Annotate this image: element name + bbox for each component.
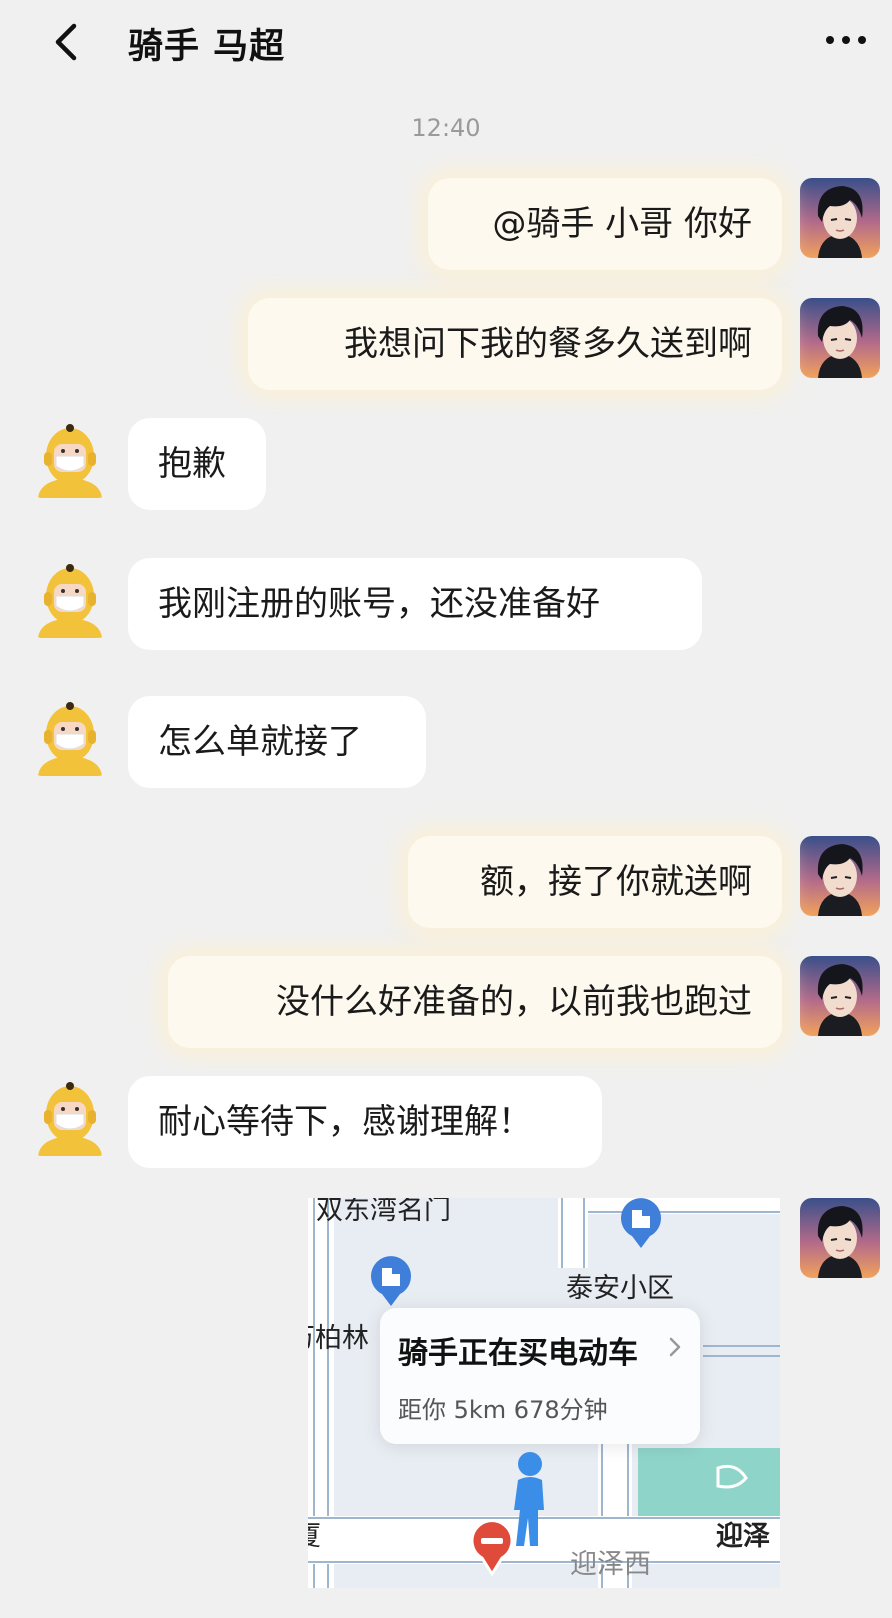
chat-header: 骑手 马超 <box>0 0 892 90</box>
map-place-label: 万柏林 <box>308 1323 369 1354</box>
map-place-label: 迎泽西 <box>570 1549 651 1580</box>
map-place-label: 双东湾名门 <box>316 1198 451 1226</box>
rider-avatar[interactable] <box>30 558 110 638</box>
message-bubble-rider[interactable]: 耐心等待下，感谢理解！ <box>128 1076 602 1168</box>
rider-avatar[interactable] <box>30 1076 110 1156</box>
map-place-label: 泰安小区 <box>566 1273 674 1304</box>
my-avatar[interactable] <box>800 836 880 916</box>
building-poi-icon <box>621 1198 661 1248</box>
building-poi-icon <box>371 1256 411 1306</box>
map-place-label: 厦 <box>308 1514 321 1553</box>
message-bubble-me[interactable]: 没什么好准备的，以前我也跑过 <box>168 956 782 1048</box>
rider-distance-eta: 距你 5km 678分钟 <box>398 1396 608 1424</box>
rider-avatar[interactable] <box>30 696 110 776</box>
chat-title: 骑手 马超 <box>128 27 286 67</box>
message-timestamp: 12:40 <box>411 114 481 142</box>
my-avatar[interactable] <box>800 956 880 1036</box>
message-bubble-me[interactable]: @骑手 小哥 你好 <box>428 178 782 270</box>
message-bubble-me[interactable]: 我想问下我的餐多久送到啊 <box>248 298 782 390</box>
message-bubble-me[interactable]: 额，接了你就送啊 <box>408 836 782 928</box>
back-button[interactable] <box>48 20 88 64</box>
location-map-card[interactable]: 双东湾名门 泰安小区 万柏林 厦 迎泽西 迎泽 骑手正在买电动车 距你 5km … <box>308 1198 780 1588</box>
chevron-right-icon <box>669 1337 681 1357</box>
message-bubble-rider[interactable]: 抱歉 <box>128 418 266 510</box>
rider-status-card[interactable]: 骑手正在买电动车 距你 5km 678分钟 <box>380 1308 700 1444</box>
message-bubble-rider[interactable]: 我刚注册的账号，还没准备好 <box>128 558 702 650</box>
my-avatar[interactable] <box>800 178 880 258</box>
my-avatar[interactable] <box>800 1198 880 1278</box>
rider-avatar[interactable] <box>30 418 110 498</box>
my-avatar[interactable] <box>800 298 880 378</box>
map-place-label: 迎泽 <box>716 1521 770 1552</box>
rider-status-title: 骑手正在买电动车 <box>398 1336 638 1371</box>
more-dots-icon <box>826 36 866 44</box>
message-bubble-rider[interactable]: 怎么单就接了 <box>128 696 426 788</box>
chevron-left-icon <box>55 23 77 61</box>
more-button[interactable] <box>822 26 870 54</box>
destination-marker-icon <box>470 1520 514 1576</box>
